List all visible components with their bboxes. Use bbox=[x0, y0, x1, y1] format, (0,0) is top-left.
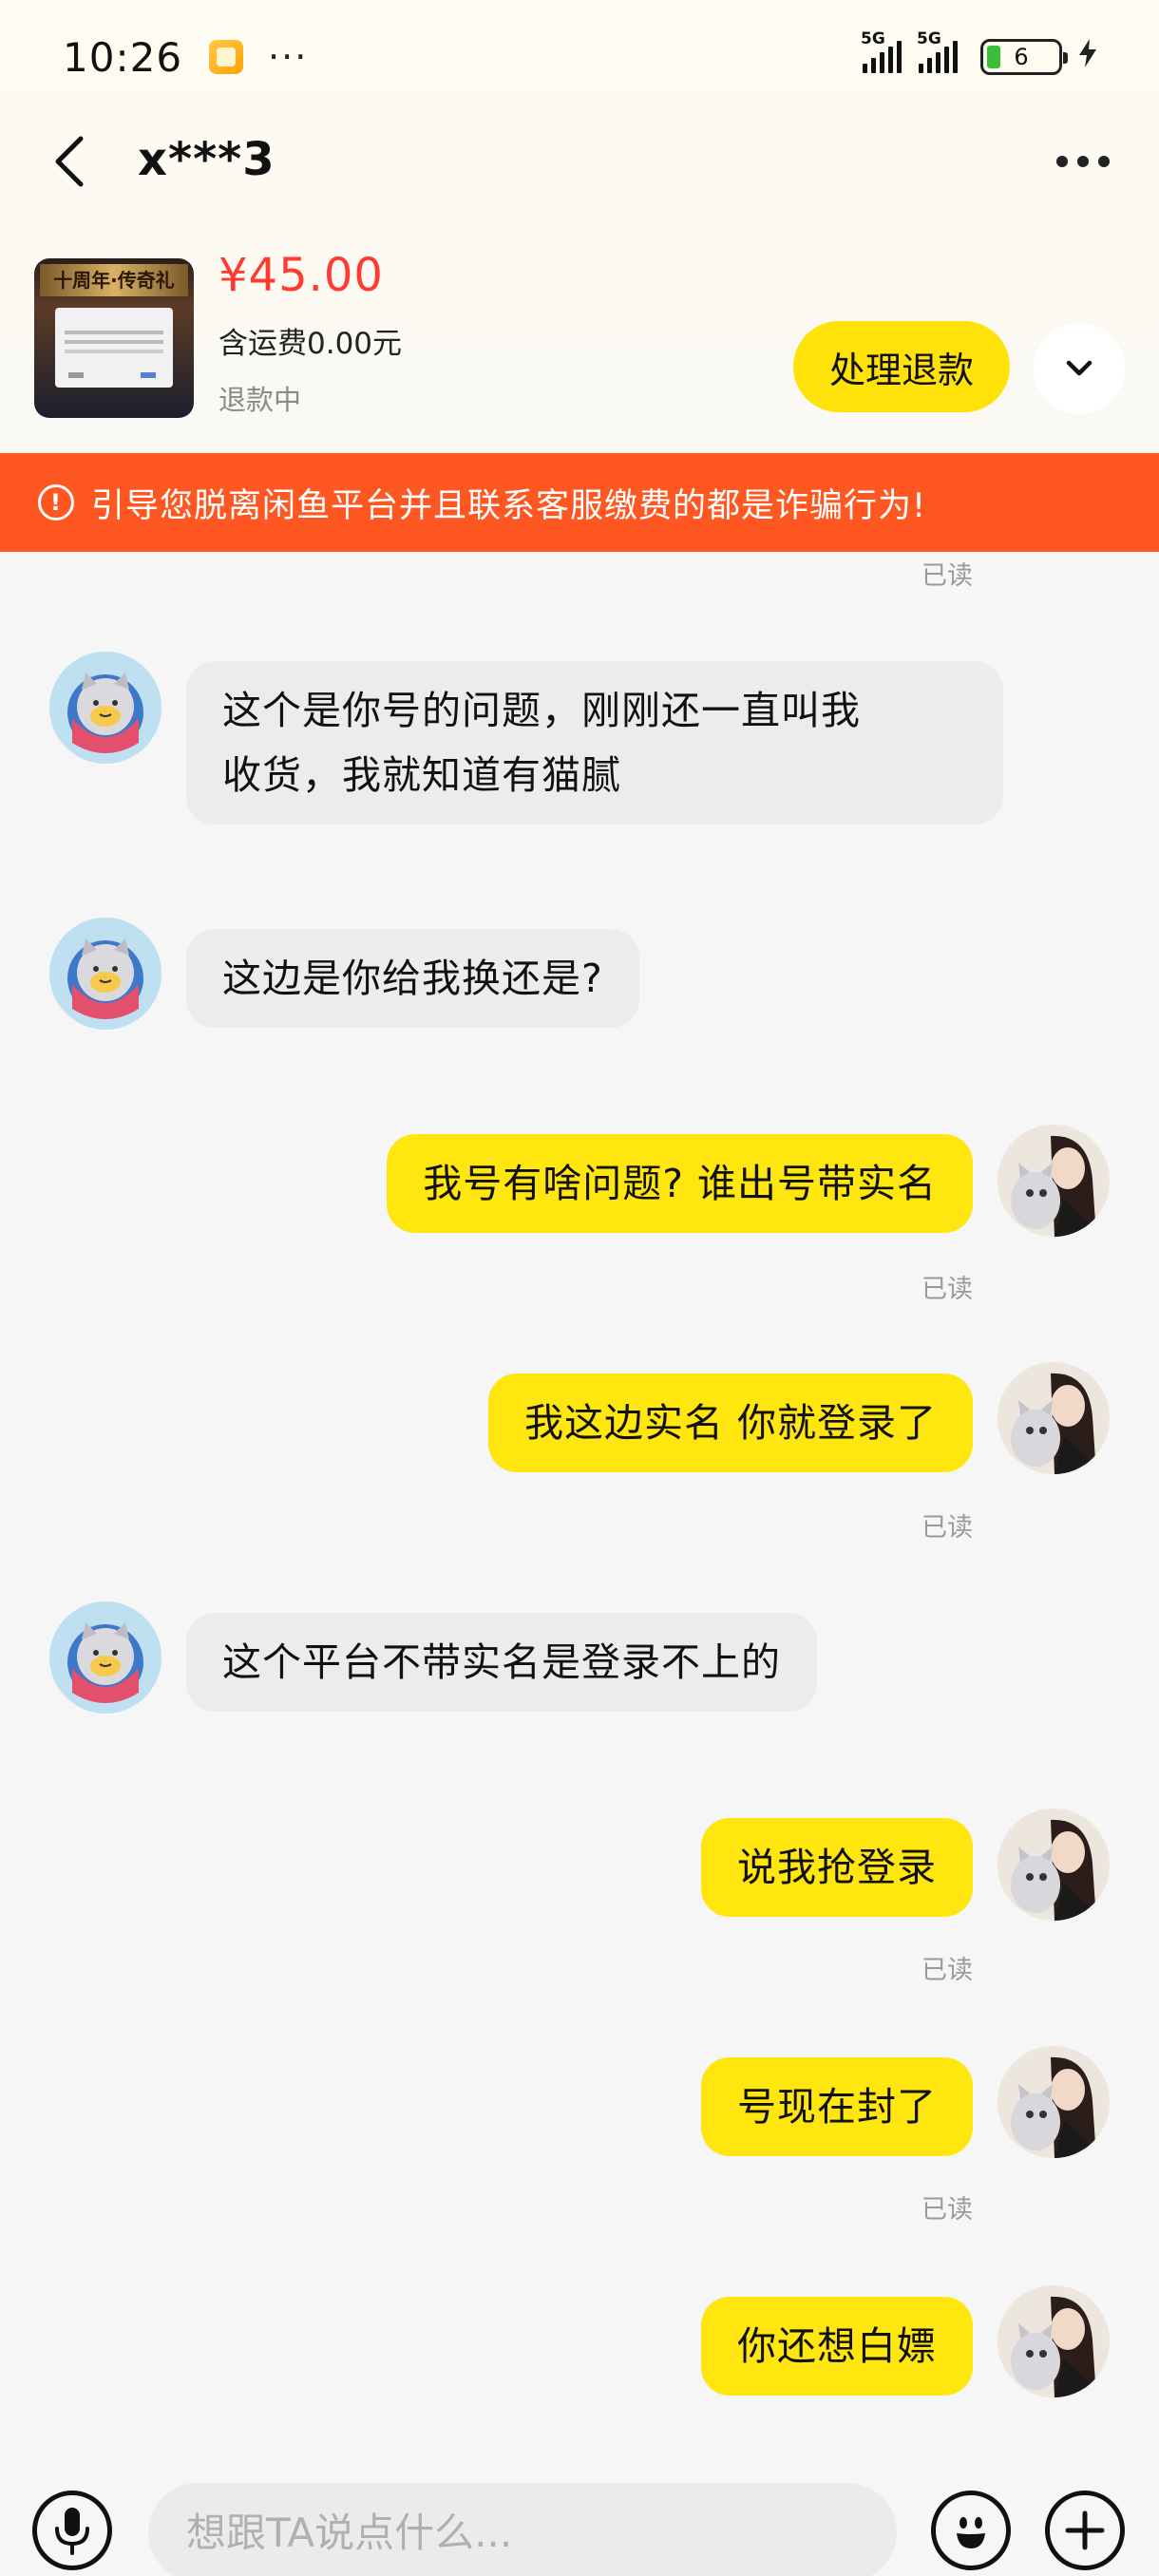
message-bubble-outgoing[interactable]: 你还想白嫖 bbox=[701, 2297, 973, 2396]
message-text: 号现在封了 bbox=[737, 2084, 937, 2130]
status-time: 10:26 bbox=[63, 33, 183, 81]
emoji-icon bbox=[957, 2517, 985, 2548]
signal-icon: 5G bbox=[861, 29, 902, 73]
chevron-left-icon bbox=[55, 136, 84, 187]
message-bubble-incoming[interactable]: 这边是你给我换还是? bbox=[186, 929, 639, 1028]
message-text: 你还想白嫖 bbox=[737, 2323, 937, 2369]
chat-header: x***3 bbox=[0, 114, 1159, 209]
other-user-avatar[interactable] bbox=[49, 918, 162, 1030]
other-user-avatar[interactable] bbox=[49, 652, 162, 764]
user-photo-avatar-icon bbox=[998, 1362, 1110, 1474]
message-text: 收货，我就知道有猫腻 bbox=[222, 752, 621, 798]
message-bubble-outgoing[interactable]: 我这边实名 你就登录了 bbox=[487, 1373, 973, 1472]
microphone-icon bbox=[55, 2508, 89, 2555]
message-text: 我这边实名 你就登录了 bbox=[523, 1400, 937, 1446]
signal-icon: 5G bbox=[917, 29, 958, 73]
message-text: 这边是你给我换还是? bbox=[222, 956, 603, 1001]
status-right: 5G 5G 6 bbox=[861, 29, 1096, 75]
product-shipping: 含运费0.00元 bbox=[218, 327, 403, 361]
message-bubble-incoming[interactable]: 这个是你号的问题，刚刚还一直叫我 收货，我就知道有猫腻 bbox=[186, 661, 1003, 824]
cat-avatar-icon bbox=[49, 652, 162, 764]
read-receipt: 已读 bbox=[922, 561, 973, 591]
my-avatar[interactable] bbox=[998, 1362, 1110, 1474]
my-avatar[interactable] bbox=[998, 1125, 1110, 1237]
product-thumbnail-caption: 十周年·传奇礼 bbox=[40, 264, 188, 296]
handle-refund-button[interactable]: 处理退款 bbox=[793, 321, 1010, 412]
product-thumbnail[interactable]: 十周年·传奇礼 bbox=[34, 258, 194, 418]
battery-icon: 6 bbox=[980, 39, 1068, 75]
user-photo-avatar-icon bbox=[998, 2285, 1110, 2397]
read-receipt: 已读 bbox=[922, 1956, 973, 1985]
status-bar: 10:26 ··· 5G 5G 6 bbox=[0, 0, 1159, 114]
user-photo-avatar-icon bbox=[998, 1809, 1110, 1921]
battery-level: 6 bbox=[1014, 44, 1029, 70]
user-photo-avatar-icon bbox=[998, 2046, 1110, 2158]
expand-button[interactable] bbox=[1034, 323, 1125, 414]
more-actions-button[interactable] bbox=[1045, 2491, 1125, 2570]
plus-icon bbox=[1065, 2510, 1105, 2550]
read-receipt: 已读 bbox=[922, 1513, 973, 1543]
emoji-button[interactable] bbox=[931, 2491, 1011, 2570]
cat-avatar-icon bbox=[49, 918, 162, 1030]
read-receipt: 已读 bbox=[922, 2195, 973, 2225]
more-options-button[interactable] bbox=[1045, 135, 1121, 188]
chevron-down-icon bbox=[1066, 360, 1092, 376]
message-text: 这个平台不带实名是登录不上的 bbox=[222, 1639, 781, 1685]
message-input-bar bbox=[0, 2403, 1159, 2576]
fraud-warning-banner: ! 引导您脱离闲鱼平台并且联系客服缴费的都是诈骗行为! bbox=[0, 453, 1159, 552]
cat-avatar-icon bbox=[49, 1601, 162, 1714]
chat-title: x***3 bbox=[138, 133, 276, 186]
message-input[interactable] bbox=[148, 2483, 897, 2576]
my-avatar[interactable] bbox=[998, 2046, 1110, 2158]
signal-label: 5G bbox=[861, 29, 885, 48]
notification-app-icon bbox=[209, 40, 244, 74]
warning-icon: ! bbox=[38, 484, 74, 521]
status-more-notifications: ··· bbox=[268, 36, 309, 78]
charging-icon bbox=[1079, 39, 1096, 75]
message-text: 这个是你号的问题，刚刚还一直叫我 bbox=[222, 688, 861, 733]
warning-text: 引导您脱离闲鱼平台并且联系客服缴费的都是诈骗行为! bbox=[91, 486, 927, 525]
order-status: 退款中 bbox=[218, 384, 302, 416]
more-dots-icon bbox=[1056, 156, 1068, 167]
read-receipt: 已读 bbox=[922, 1275, 973, 1304]
message-text: 说我抢登录 bbox=[737, 1845, 937, 1890]
message-text: 我号有啥问题? 谁出号带实名 bbox=[423, 1161, 937, 1206]
message-bubble-outgoing[interactable]: 号现在封了 bbox=[701, 2057, 973, 2156]
my-avatar[interactable] bbox=[998, 1809, 1110, 1921]
signal-label: 5G bbox=[917, 29, 941, 48]
voice-input-button[interactable] bbox=[32, 2491, 112, 2570]
other-user-avatar[interactable] bbox=[49, 1601, 162, 1714]
message-bubble-outgoing[interactable]: 我号有啥问题? 谁出号带实名 bbox=[387, 1134, 973, 1233]
chat-screen: 10:26 ··· 5G 5G 6 x***3 十周年·传奇礼 ¥45.00 含… bbox=[0, 0, 1159, 2576]
message-bubble-outgoing[interactable]: 说我抢登录 bbox=[701, 1818, 973, 1917]
message-bubble-incoming[interactable]: 这个平台不带实名是登录不上的 bbox=[186, 1613, 817, 1712]
my-avatar[interactable] bbox=[998, 2285, 1110, 2397]
product-thumbnail-dialog bbox=[55, 308, 173, 388]
back-button[interactable] bbox=[38, 131, 99, 192]
product-price: ¥45.00 bbox=[218, 249, 384, 302]
user-photo-avatar-icon bbox=[998, 1125, 1110, 1237]
